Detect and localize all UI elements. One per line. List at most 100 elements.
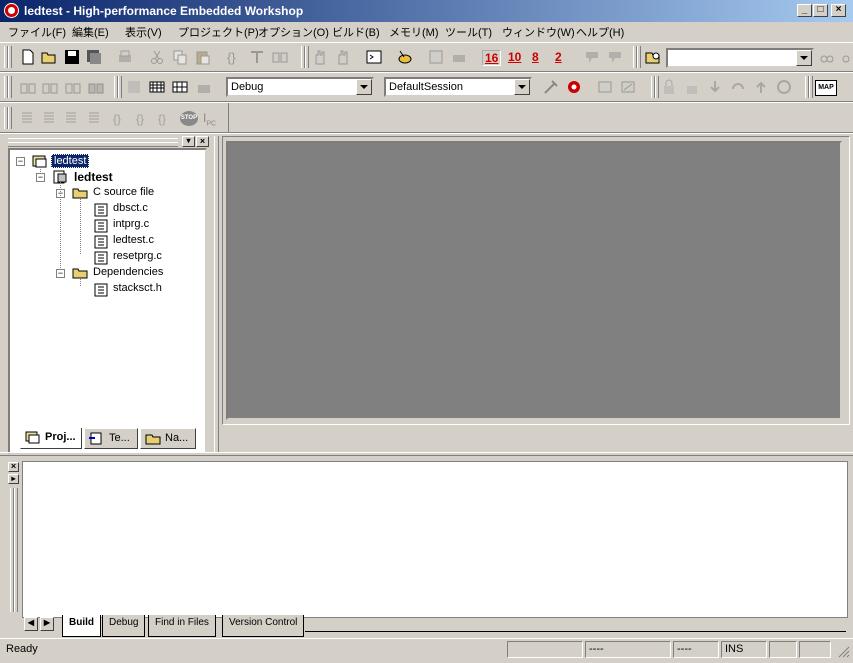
set-pc-icon[interactable]: IPC [203,111,216,127]
menu-build[interactable]: ビルド(B) [332,24,380,40]
step-instruction-icon[interactable] [87,110,103,126]
toolbar-grip[interactable] [305,46,309,68]
app-icon[interactable] [4,3,19,18]
lock-icon[interactable] [661,79,677,95]
console-icon[interactable] [366,49,382,65]
halt-icon[interactable] [776,79,792,95]
radix-10-button[interactable]: 10 [508,50,521,64]
toolbar-grip[interactable] [8,76,12,98]
tab-find-in-files[interactable]: Find in Files [148,615,216,637]
menu-project[interactable]: プロジェクト(P) [178,24,259,40]
braces-icon[interactable]: {} [226,49,242,65]
collapse-icon[interactable]: − [56,269,65,278]
marker-icon[interactable] [584,49,600,65]
lock-add-icon[interactable] [684,79,700,95]
panel-close-button[interactable]: × [196,136,209,147]
output-grip[interactable] [14,488,18,612]
book-icon[interactable] [272,49,288,65]
step-over-icon[interactable] [730,79,746,95]
radix-8-button[interactable]: 8 [532,50,539,64]
connect-icon[interactable] [543,79,559,95]
menu-window[interactable]: ウィンドウ(W) [502,24,575,40]
save-all-icon[interactable] [86,49,102,65]
tab-version-control[interactable]: Version Control [222,615,305,637]
menu-tools[interactable]: ツール(T) [445,24,492,40]
menu-options[interactable]: オプション(O) [258,24,329,40]
build-icon[interactable] [42,79,58,95]
memory-map-icon[interactable] [149,79,165,95]
menu-file[interactable]: ファイル(F) [8,24,66,40]
step-into-source-icon[interactable] [20,110,36,126]
reset-go-icon[interactable] [566,79,582,95]
chevron-down-icon[interactable] [514,79,530,95]
go-icon[interactable]: {} [112,110,128,126]
toolbar-grip[interactable] [637,46,641,68]
window-icon[interactable] [597,79,613,95]
tab-projects[interactable]: Proj... [20,428,82,449]
step-out-icon[interactable] [753,79,769,95]
find-next-icon[interactable] [841,49,853,65]
download-icon[interactable] [126,79,142,95]
radix-16-button[interactable]: 16 [482,50,502,66]
print-preview-icon[interactable] [451,49,467,65]
edit-list-icon[interactable] [428,49,444,65]
output-close-button[interactable]: × [8,462,19,472]
map-button[interactable]: MAP [815,80,837,96]
new-file-icon[interactable] [20,49,36,65]
menu-edit[interactable]: 編集(E) [72,24,109,40]
tree-folder[interactable]: Dependencies [93,266,163,278]
build-all-icon[interactable] [65,79,81,95]
tab-debug[interactable]: Debug [102,615,146,637]
output-window[interactable] [22,461,848,618]
stop-button[interactable]: STOP [180,111,198,126]
find-in-files-icon[interactable] [645,49,661,65]
toolbar-grip[interactable] [118,76,122,98]
tree-file[interactable]: intprg.c [113,218,149,230]
chevron-down-icon[interactable] [356,79,372,95]
close-button[interactable]: × [831,4,846,17]
menu-help[interactable]: ヘルプ(H) [576,24,624,40]
maximize-button[interactable]: □ [813,4,828,17]
find-combo[interactable] [666,48,814,68]
stop-build-icon[interactable] [88,79,104,95]
hand-icon[interactable] [312,49,328,65]
resize-grip-icon[interactable] [838,646,850,658]
toolbar-grip[interactable] [655,76,659,98]
collapse-icon[interactable]: − [36,173,45,182]
panel-splitter[interactable] [214,136,219,452]
menu-view[interactable]: 表示(V) [125,24,162,40]
tab-navigation[interactable]: Na... [140,428,196,449]
build-config-select[interactable]: Debug [226,77,374,97]
open-folder-icon[interactable] [41,49,57,65]
memory-grid-icon[interactable] [172,79,188,95]
print-icon[interactable] [117,49,133,65]
chevron-down-icon[interactable] [796,50,812,66]
toolbar-grip[interactable] [8,107,12,129]
session-select[interactable]: DefaultSession [384,77,532,97]
panel-menu-button[interactable]: ▾ [182,136,195,147]
step-out-source-icon[interactable] [64,110,80,126]
step-in-icon[interactable] [707,79,723,95]
paste-icon[interactable] [195,49,211,65]
tree-project[interactable]: ledtest [74,170,113,184]
window-arrow-icon[interactable] [620,79,636,95]
output-menu-button[interactable]: ▸ [8,474,19,484]
hand-stop-icon[interactable] [335,49,351,65]
tab-scroll-right-button[interactable]: ▶ [40,617,54,631]
cut-icon[interactable] [149,49,165,65]
panel-grip[interactable] [8,142,178,147]
copy-icon[interactable] [172,49,188,65]
find-icon[interactable] [819,49,835,65]
minimize-button[interactable]: _ [797,4,812,17]
collapse-icon[interactable]: − [16,157,25,166]
toolbar-grip[interactable] [8,46,12,68]
save-icon[interactable] [64,49,80,65]
radix-2-button[interactable]: 2 [555,50,562,64]
mdi-client-area[interactable] [226,141,842,420]
tab-build[interactable]: Build [62,615,101,637]
tree-workspace[interactable]: ledtest [51,154,90,168]
go-free-icon[interactable]: {} [157,110,173,126]
text-insert-icon[interactable] [249,49,265,65]
output-splitter[interactable] [0,452,853,456]
go-to-cursor-icon[interactable]: {} [135,110,151,126]
